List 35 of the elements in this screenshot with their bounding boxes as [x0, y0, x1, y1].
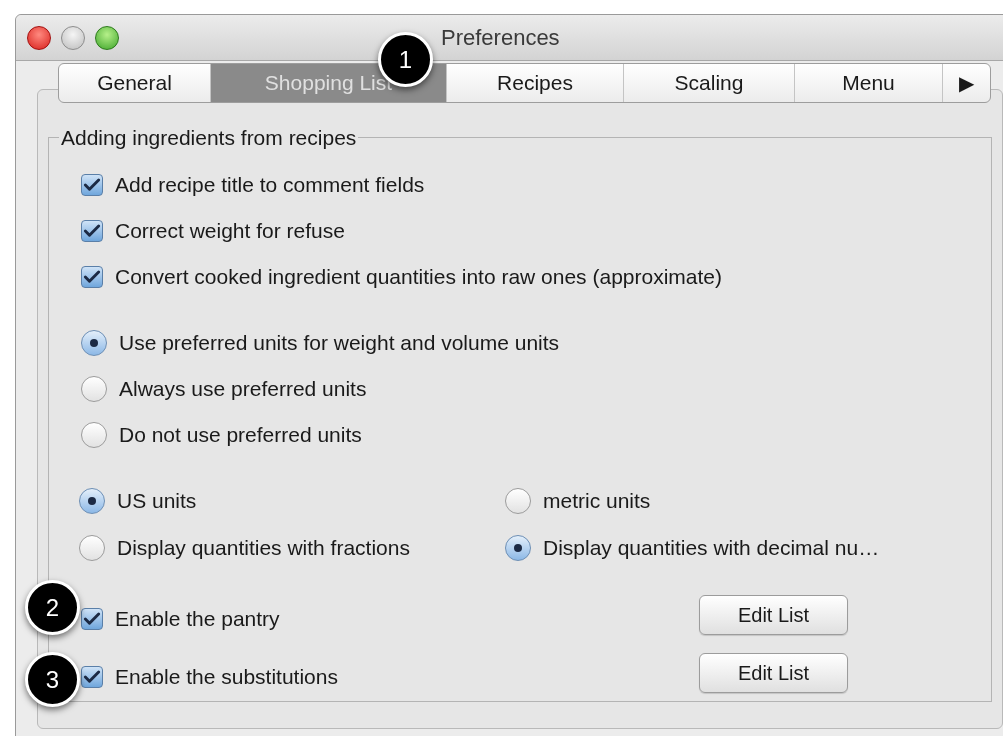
radio-button[interactable] [79, 534, 105, 561]
radio-button[interactable] [81, 329, 107, 356]
option-label: Use preferred units for weight and volume units [119, 329, 560, 356]
radio-button[interactable] [505, 534, 531, 561]
option-label: Correct weight for refuse [115, 217, 345, 244]
edit-list-button[interactable]: Edit List [699, 594, 848, 635]
option-label: Convert cooked ingredient quantities into raw ones (approximate) [115, 263, 722, 290]
option-label: US units [117, 487, 197, 514]
window-title: Preferences [441, 24, 560, 52]
checkbox[interactable] [81, 219, 103, 242]
checkbox[interactable] [81, 665, 103, 688]
option-label: metric units [543, 487, 651, 514]
tab[interactable]: Menu [795, 64, 943, 102]
option-label: Add recipe title to comment fields [115, 171, 425, 198]
radio-button[interactable] [505, 487, 531, 514]
radio-button[interactable] [81, 421, 107, 448]
checkbox[interactable] [81, 607, 103, 630]
option-label: Display quantities with fractions [117, 534, 410, 561]
option-label: Enable the pantry [115, 605, 280, 632]
checkbox[interactable] [81, 265, 103, 288]
tab-overflow-button[interactable]: ▶ [943, 64, 990, 102]
option-label: Always use preferred units [119, 375, 367, 402]
radio-button[interactable] [79, 487, 105, 514]
minimize-button[interactable] [61, 25, 85, 50]
edit-list-button[interactable]: Edit List [699, 652, 848, 693]
zoom-button[interactable] [95, 25, 119, 50]
tab[interactable]: Scaling [624, 64, 795, 102]
option-label: Enable the substitutions [115, 663, 338, 690]
option-label: Display quantities with decimal nu… [543, 534, 880, 561]
tab[interactable]: Recipes [447, 64, 624, 102]
radio-button[interactable] [81, 375, 107, 402]
checkbox[interactable] [81, 173, 103, 196]
group-title: Adding ingredients from recipes [60, 125, 358, 151]
option-label: Do not use preferred units [119, 421, 362, 448]
close-button[interactable] [27, 25, 51, 50]
